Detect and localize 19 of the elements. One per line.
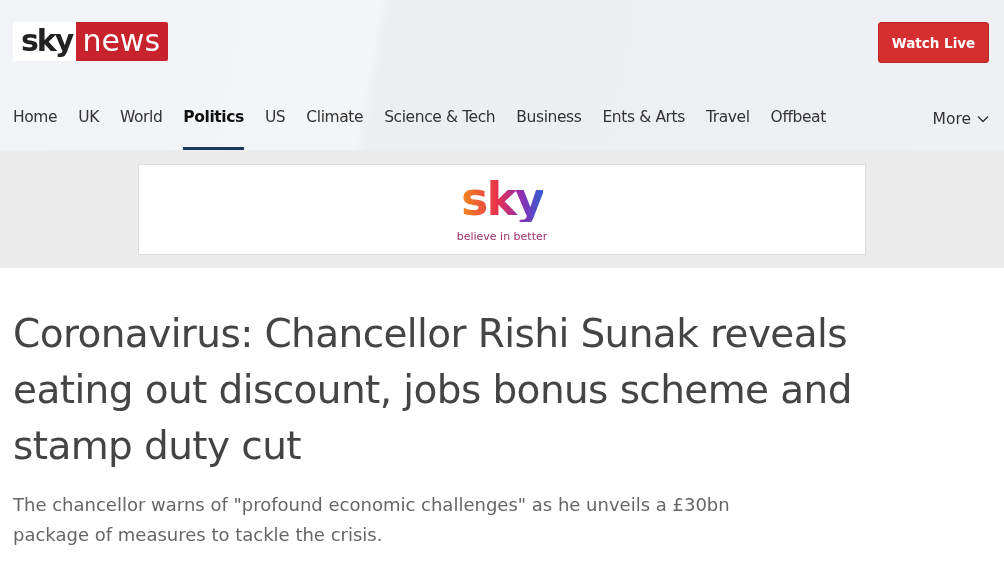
nav-link[interactable]: Science & Tech (384, 95, 496, 150)
nav-link[interactable]: UK (78, 95, 99, 150)
headline: Coronavirus: Chancellor Rishi Sunak reveals eating out discount, jobs bonus scheme and stamp duty cut (13, 310, 853, 470)
standfirst: The chancellor warns of "profound economic challenges" as he unveils a £30bn package of measures to tackle the crisis. (13, 493, 731, 547)
advert-tagline: believe in better (456, 230, 548, 243)
nav-link[interactable]: US (264, 95, 286, 150)
more-link[interactable]: More (932, 109, 971, 128)
nav-link[interactable]: World (119, 95, 163, 150)
nav-link[interactable]: Business (516, 95, 582, 150)
logo-text[interactable]: news (76, 22, 168, 61)
watch-live-button[interactable]: Watch Live (878, 22, 989, 63)
nav-link[interactable]: Travel (705, 95, 750, 150)
nav-link[interactable]: Ents & Arts (602, 95, 685, 150)
nav-link[interactable]: Offbeat (770, 95, 826, 150)
logo-text[interactable]: sky (13, 22, 77, 61)
chevron-down-icon[interactable] (977, 114, 989, 123)
advert-banner[interactable]: sky believe in better (138, 164, 866, 255)
nav-link[interactable]: Climate (306, 95, 364, 150)
nav-link[interactable]: Home (13, 95, 58, 150)
